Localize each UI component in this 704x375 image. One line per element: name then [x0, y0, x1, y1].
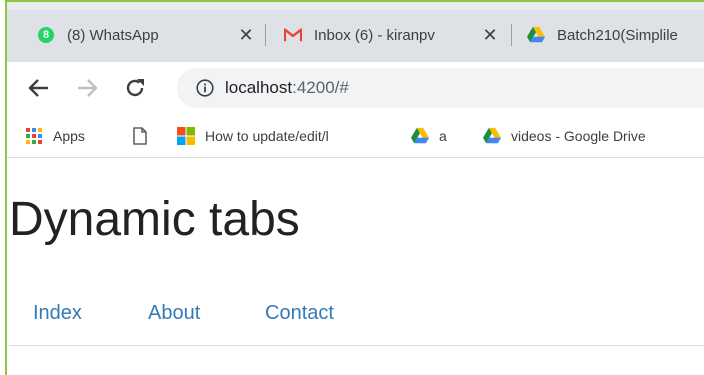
browser-tab-whatsapp[interactable]: 8 (8) WhatsApp ✕ [37, 16, 262, 54]
reload-button[interactable] [121, 74, 149, 102]
tab-contact[interactable]: Contact [265, 302, 334, 325]
browser-tab-gmail[interactable]: Inbox (6) - kiranpv ✕ [284, 16, 506, 54]
browser-toolbar: localhost:4200/# [7, 62, 704, 114]
bookmark-label: How to update/edit/l [205, 128, 329, 144]
close-tab-icon[interactable]: ✕ [480, 25, 500, 45]
google-drive-icon [483, 127, 501, 145]
address-bar[interactable]: localhost:4200/# [177, 68, 704, 108]
bookmark-label: a [439, 128, 447, 144]
tab-strip: 8 (8) WhatsApp ✕ Inbox (6) - kiranpv ✕ B… [7, 0, 704, 62]
tab-separator [511, 24, 512, 46]
apps-grid-icon [25, 127, 43, 145]
forward-button[interactable] [73, 74, 101, 102]
url-path: :4200/# [292, 78, 349, 97]
tab-title: Batch210(Simplile [557, 26, 678, 44]
address-url[interactable]: localhost:4200/# [225, 78, 349, 98]
tab-title: (8) WhatsApp [67, 26, 159, 44]
page-icon [131, 127, 149, 145]
tab-title: Inbox (6) - kiranpv [314, 26, 435, 44]
google-drive-icon [411, 127, 429, 145]
info-icon[interactable] [195, 78, 215, 98]
reload-icon [126, 79, 144, 97]
bookmarks-bar: Apps How to update/edit/l a videos - Goo… [7, 114, 704, 158]
browser-tab-drive[interactable]: Batch210(Simplile [527, 16, 704, 54]
close-tab-icon[interactable]: ✕ [236, 25, 256, 45]
tab-index[interactable]: Index [33, 302, 82, 325]
tab-separator [265, 24, 266, 46]
nav-tabs: Index About Contact [9, 274, 704, 346]
bookmark-apps[interactable]: Apps [25, 124, 85, 148]
browser-window: 8 (8) WhatsApp ✕ Inbox (6) - kiranpv ✕ B… [0, 0, 704, 375]
tab-about[interactable]: About [148, 302, 200, 325]
arrow-left-icon [28, 79, 48, 97]
page-content: Dynamic tabs Index About Contact [9, 158, 704, 375]
bookmark-videos[interactable]: videos - Google Drive [483, 124, 704, 148]
page-title: Dynamic tabs [9, 193, 300, 246]
google-drive-icon [527, 26, 545, 44]
url-host: localhost [225, 78, 293, 97]
bookmark-how-to-update[interactable]: How to update/edit/l [177, 124, 392, 148]
back-button[interactable] [25, 74, 53, 102]
bookmark-label: Apps [53, 128, 85, 144]
microsoft-icon [177, 127, 195, 145]
bookmark-label: videos - Google Drive [511, 128, 646, 144]
window-left-border [0, 0, 7, 375]
bookmark-page[interactable] [131, 124, 159, 148]
bookmark-a[interactable]: a [411, 124, 447, 148]
whatsapp-icon: 8 [37, 26, 55, 44]
gmail-icon [284, 26, 302, 44]
arrow-right-icon [78, 79, 98, 97]
